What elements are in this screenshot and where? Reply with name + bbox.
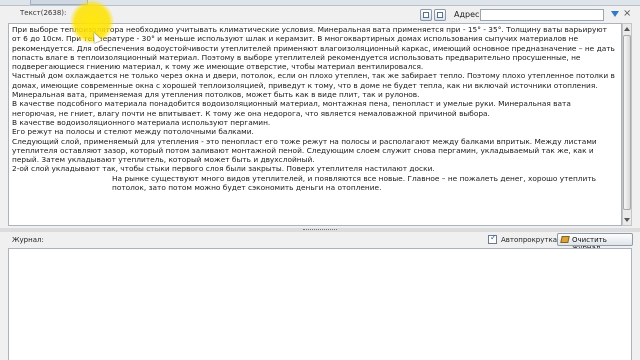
text-paragraph: В качестве водоизоляционного материала и… — [12, 117, 271, 127]
text-area[interactable]: При выборе теплоизолятора необходимо учи… — [8, 23, 622, 226]
checkmark-icon: ✓ — [490, 233, 497, 242]
journal-area[interactable] — [8, 248, 632, 360]
autoscroll-checkbox[interactable]: ✓ — [488, 233, 497, 244]
text-paragraph: Следующий слой, применяемый для утеплени… — [12, 136, 597, 165]
text-paragraph: В качестве подсобного материала понадоби… — [12, 99, 571, 118]
autoscroll-label[interactable]: Автопрокрутка — [501, 236, 557, 244]
close-icon[interactable]: × — [623, 8, 631, 19]
text-scrollbar[interactable] — [622, 23, 632, 226]
text-paragraph: Минеральная вата, применяемая для утепле… — [12, 90, 420, 100]
text-paragraph: Частный дом охлаждается не только через … — [12, 71, 615, 90]
scroll-down-icon[interactable] — [624, 218, 630, 222]
window-icon — [423, 12, 429, 18]
text-paragraph: Его режут на полосы и стелют между потол… — [12, 127, 254, 137]
splitter-grip[interactable] — [303, 229, 337, 231]
text-content: При выборе теплоизолятора необходимо учи… — [12, 25, 616, 192]
journal-toolbar: Журнал: ✓ Автопрокрутка Очистить журнал — [8, 233, 633, 252]
address-input[interactable] — [480, 9, 604, 21]
text-paragraph: При выборе теплоизолятора необходимо учи… — [12, 25, 615, 72]
split-view-button[interactable] — [434, 9, 446, 21]
text-paragraph: 2-ой слой укладывают так, чтобы стыки пе… — [12, 164, 435, 174]
scrollbar-thumb[interactable] — [623, 35, 631, 210]
top-tab-strip — [0, 0, 640, 6]
text-paragraph: На рынке существуют много видов утеплите… — [112, 173, 596, 193]
text-length-label: Текст(2638): — [20, 9, 67, 17]
text-toolbar: Текст(2638): Адрес: × — [8, 8, 632, 24]
address-label: Адрес: — [454, 10, 483, 19]
chevron-down-icon[interactable] — [611, 11, 619, 17]
top-tab[interactable] — [30, 0, 88, 5]
split-window-icon — [437, 12, 443, 18]
journal-label: Журнал: — [12, 236, 44, 244]
scroll-up-icon[interactable] — [624, 27, 630, 31]
clear-journal-button[interactable]: Очистить журнал — [557, 233, 633, 252]
eraser-icon — [560, 236, 570, 243]
window-view-button[interactable] — [420, 9, 432, 21]
